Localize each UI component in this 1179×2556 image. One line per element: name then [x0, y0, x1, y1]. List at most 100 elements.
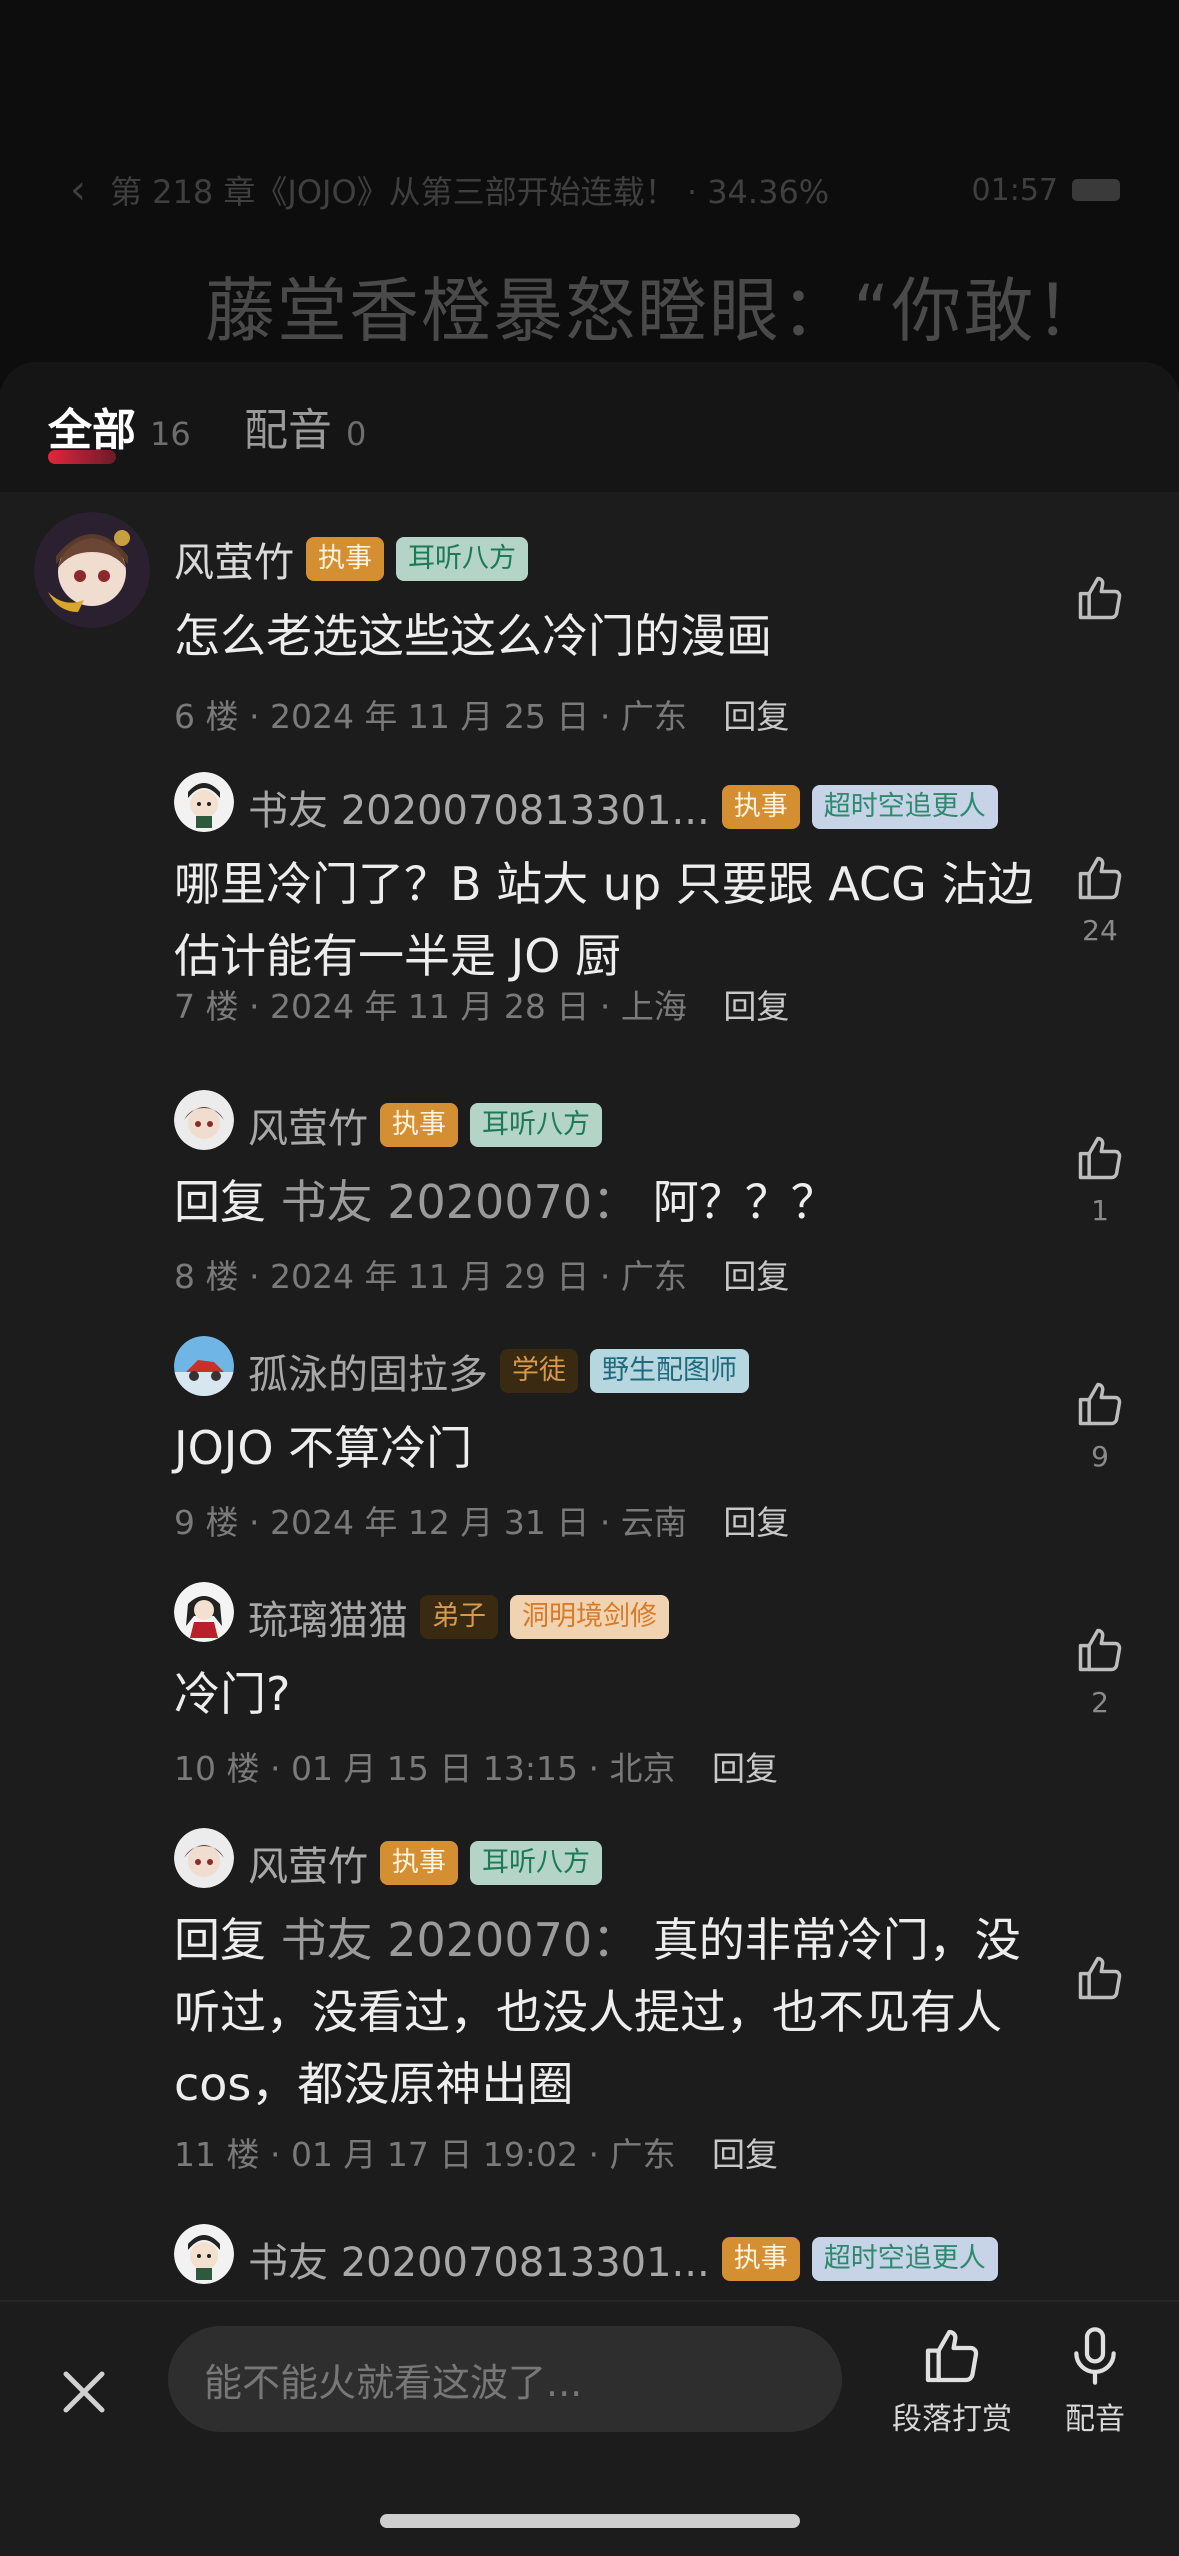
- reply-button[interactable]: 回复: [712, 1749, 778, 1788]
- chapter-progress: 第 218 章《JOJO》从第三部开始连载！ · 34.36%: [110, 173, 830, 211]
- username[interactable]: 风萤竹: [248, 1096, 368, 1154]
- avatar[interactable]: [174, 2224, 234, 2284]
- thumbs-up-icon: [1078, 856, 1122, 900]
- active-tab-indicator: [48, 450, 116, 464]
- comment-text: 冷门?: [174, 1667, 291, 1721]
- title-badge: 超时空追更人: [811, 2236, 998, 2282]
- reply-button[interactable]: 回复: [712, 2135, 778, 2174]
- like-button[interactable]: [1070, 1952, 1130, 2014]
- title-badge: 超时空追更人: [811, 784, 998, 830]
- tab-all-count: 16: [150, 415, 191, 453]
- dubbing-button[interactable]: 配音: [1050, 2324, 1140, 2438]
- like-button[interactable]: [1070, 572, 1130, 634]
- comment-text: 怎么老选这些这么冷门的漫画: [174, 609, 772, 663]
- comment-meta: 7 楼 · 2024 年 11 月 28 日 · 上海 回复: [174, 980, 789, 1028]
- close-icon[interactable]: [52, 2360, 116, 2424]
- floor-date-location: 11 楼 · 01 月 17 日 19:02 · 广东: [174, 2135, 676, 2174]
- username[interactable]: 琉璃猫猫: [248, 1588, 408, 1646]
- thumbs-up-icon: [1078, 1628, 1122, 1672]
- comment-text: JOJO 不算冷门: [174, 1421, 473, 1475]
- comment-meta: 6 楼 · 2024 年 11 月 25 日 · 广东 回复: [174, 690, 789, 738]
- avatar[interactable]: [174, 1828, 234, 1888]
- reply-prefix: 回复: [174, 1175, 266, 1229]
- chevron-left-icon[interactable]: ‹: [70, 167, 110, 213]
- like-count: 2: [1091, 1686, 1109, 1719]
- microphone-icon: [1074, 2327, 1116, 2385]
- reader-background: ‹ 第 218 章《JOJO》从第三部开始连载！ · 34.36% 01:57 …: [0, 0, 1179, 380]
- floor-date-location: 8 楼 · 2024 年 11 月 29 日 · 广东: [174, 1257, 687, 1296]
- floor-date-location: 6 楼 · 2024 年 11 月 25 日 · 广东: [174, 697, 687, 736]
- floor-date-location: 10 楼 · 01 月 15 日 13:15 · 北京: [174, 1749, 676, 1788]
- comment-meta: 9 楼 · 2024 年 12 月 31 日 · 云南 回复: [174, 1496, 789, 1544]
- avatar[interactable]: [34, 512, 150, 628]
- comment-text: 哪里冷门了？B 站大 up 只要跟 ACG 沾边估计能有一半是 JO 厨: [174, 857, 1034, 983]
- like-button[interactable]: 1: [1070, 1132, 1130, 1227]
- reply-button[interactable]: 回复: [723, 1503, 789, 1542]
- tab-dubbing-label: 配音: [244, 405, 332, 456]
- paragraph-tip-label: 段落打赏: [892, 2402, 1012, 2437]
- tab-dubbing-count: 0: [346, 415, 367, 453]
- comment-meta: 10 楼 · 01 月 15 日 13:15 · 北京 回复: [174, 1742, 778, 1790]
- thumbs-up-icon: [1078, 1136, 1122, 1180]
- avatar[interactable]: [174, 1582, 234, 1642]
- like-button[interactable]: 9: [1070, 1378, 1130, 1473]
- rank-badge: 学徒: [500, 1348, 578, 1394]
- thumbs-up-icon: [1078, 576, 1122, 620]
- rank-badge: 执事: [380, 1102, 458, 1148]
- title-badge: 耳听八方: [396, 536, 528, 582]
- home-indicator: [380, 2514, 800, 2528]
- comment-text: 回复 书友 2020070： 真的非常冷门，没听过，没看过，也没人提过，也不见有…: [174, 1904, 1054, 2120]
- floor-date-location: 9 楼 · 2024 年 12 月 31 日 · 云南: [174, 1503, 687, 1542]
- reader-clock: 01:57: [971, 172, 1058, 208]
- comment-header: 琉璃猫猫 弟子 洞明境剑修: [248, 1588, 669, 1646]
- reply-button[interactable]: 回复: [723, 697, 789, 736]
- avatar[interactable]: [174, 1336, 234, 1396]
- comment-input[interactable]: 能不能火就看这波了...: [168, 2326, 842, 2432]
- like-count: 9: [1091, 1440, 1109, 1473]
- username[interactable]: 风萤竹: [248, 1834, 368, 1892]
- rank-badge: 执事: [721, 784, 800, 830]
- title-badge: 耳听八方: [470, 1840, 602, 1886]
- comment-header: 书友 2020070813301... 执事 超时空追更人: [248, 2230, 998, 2288]
- tab-bar: 全部 16 配音 0: [0, 362, 1179, 492]
- comment-header: 风萤竹 执事 耳听八方: [174, 530, 528, 588]
- username[interactable]: 书友 2020070813301...: [248, 2230, 710, 2288]
- reply-prefix: 回复: [174, 1913, 266, 1967]
- thumbs-up-outline-icon: [925, 2329, 979, 2383]
- comment-header: 书友 2020070813301... 执事 超时空追更人: [248, 778, 998, 836]
- username[interactable]: 书友 2020070813301...: [248, 778, 710, 836]
- username[interactable]: 孤泳的固拉多: [248, 1342, 488, 1400]
- like-button[interactable]: 2: [1070, 1624, 1130, 1719]
- comment-header: 风萤竹 执事 耳听八方: [248, 1834, 602, 1892]
- reply-button[interactable]: 回复: [723, 1257, 789, 1296]
- comment-meta: 11 楼 · 01 月 17 日 19:02 · 广东 回复: [174, 2128, 778, 2176]
- thumbs-up-icon: [1078, 1382, 1122, 1426]
- tab-all[interactable]: 全部 16: [48, 394, 191, 458]
- comment-meta: 8 楼 · 2024 年 11 月 29 日 · 广东 回复: [174, 1250, 789, 1298]
- thumbs-up-icon: [1078, 1956, 1122, 2000]
- reader-status-line: ‹ 第 218 章《JOJO》从第三部开始连载！ · 34.36% 01:57: [70, 167, 1120, 213]
- dubbing-label: 配音: [1065, 2402, 1125, 2437]
- comments-sheet: 全部 16 配音 0 风萤竹 执事 耳听八方 怎么老选这些这么冷门的漫画 6 楼…: [0, 362, 1179, 2556]
- rank-badge: 执事: [306, 536, 384, 582]
- rank-badge: 执事: [721, 2236, 800, 2282]
- reader-text-line: 藤堂香橙暴怒瞪眼：“你敢！: [205, 270, 1108, 352]
- comment-header: 孤泳的固拉多 学徒 野生配图师: [248, 1342, 749, 1400]
- title-badge: 洞明境剑修: [510, 1594, 669, 1640]
- like-count: 24: [1082, 914, 1118, 947]
- username[interactable]: 风萤竹: [174, 530, 294, 588]
- like-button[interactable]: 24: [1070, 852, 1130, 947]
- paragraph-tip-button[interactable]: 段落打赏: [892, 2324, 1012, 2438]
- reply-target-user[interactable]: 书友 2020070：: [281, 1913, 639, 1967]
- comment-text: 回复 书友 2020070： 阿？？？: [174, 1166, 1054, 1238]
- like-count: 1: [1091, 1194, 1109, 1227]
- avatar[interactable]: [174, 1090, 234, 1150]
- reply-button[interactable]: 回复: [723, 987, 789, 1026]
- tab-dubbing[interactable]: 配音 0: [244, 394, 366, 458]
- rank-badge: 弟子: [420, 1594, 498, 1640]
- reply-target-user[interactable]: 书友 2020070：: [281, 1175, 639, 1229]
- rank-badge: 执事: [380, 1840, 458, 1886]
- tab-all-label: 全部: [48, 405, 136, 456]
- avatar[interactable]: [174, 772, 234, 832]
- title-badge: 耳听八方: [470, 1102, 602, 1148]
